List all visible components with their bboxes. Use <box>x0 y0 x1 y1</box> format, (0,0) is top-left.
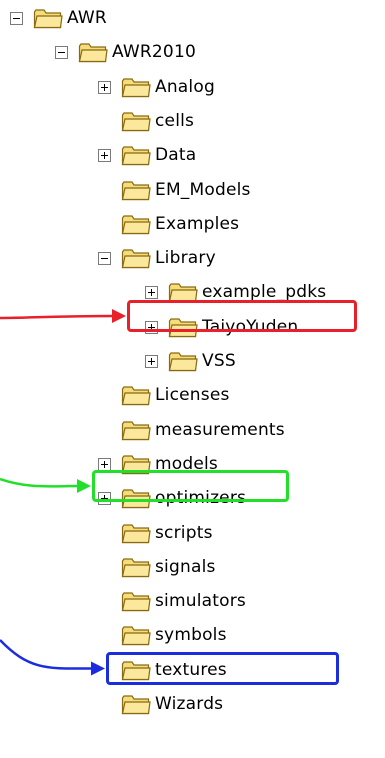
arrowhead-taiyoyuden <box>112 309 126 323</box>
annotation-arrows <box>0 309 126 676</box>
arrow-line-symbols <box>0 639 95 670</box>
arrow-line-models <box>0 477 81 488</box>
highlight-box-models <box>92 470 289 502</box>
arrowhead-symbols <box>91 661 105 676</box>
arrow-line-taiyoyuden <box>0 314 116 320</box>
arrowhead-models <box>77 479 91 493</box>
highlight-box-symbols <box>106 652 339 685</box>
highlight-box-taiyoyuden <box>127 300 357 332</box>
